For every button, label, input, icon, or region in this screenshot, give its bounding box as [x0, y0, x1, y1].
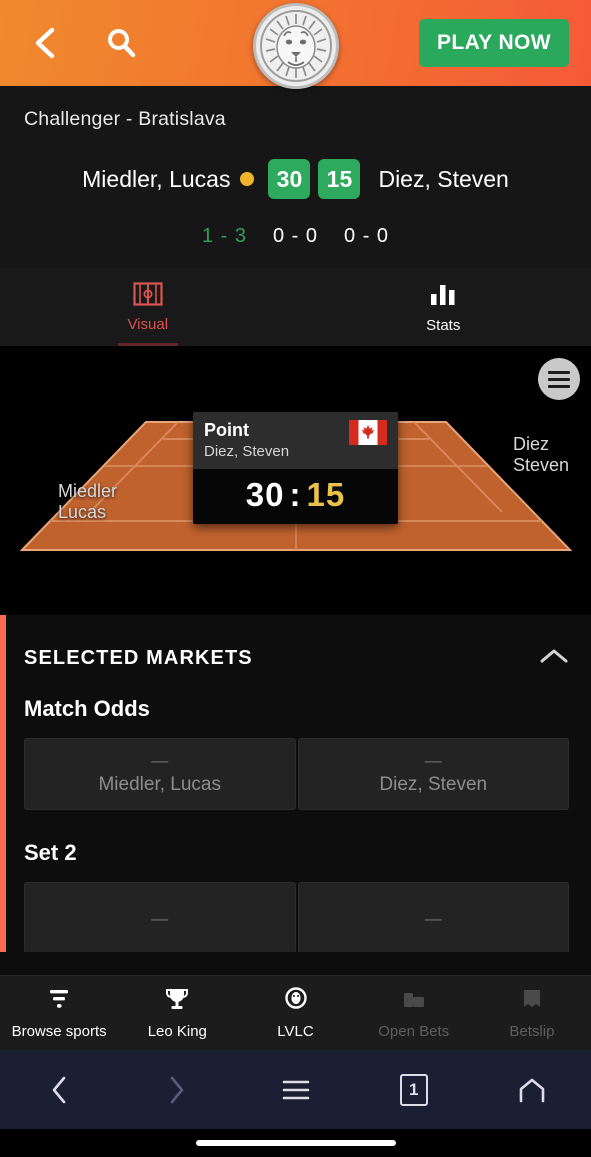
overlay-away-score: 15	[306, 475, 346, 513]
nav-item-lvlc[interactable]: LVLC	[236, 976, 354, 1050]
back-button[interactable]	[22, 20, 68, 66]
browser-navigation-bar: 1	[0, 1050, 591, 1129]
search-icon[interactable]	[94, 16, 148, 70]
overlay-subtitle: Diez, Steven	[204, 442, 290, 460]
overlay-title: Point	[204, 420, 249, 440]
home-game-score: 30	[268, 159, 311, 199]
odds-value: —	[151, 751, 169, 770]
tab-visual-label: Visual	[127, 315, 169, 333]
nav-label: Open Bets	[378, 1023, 450, 1040]
odds-value: —	[151, 908, 169, 928]
browser-forward-button[interactable]	[118, 1074, 236, 1106]
odds-row: — Miedler, Lucas — Diez, Steven	[24, 738, 569, 810]
nav-label: Browse sports	[11, 1023, 107, 1040]
lion-logo-icon[interactable]	[250, 0, 342, 92]
market-title: Set 2	[24, 840, 77, 865]
overlay-score-separator: :	[289, 475, 302, 513]
nav-item-leo-king[interactable]: Leo King	[118, 976, 236, 1050]
bar-chart-icon	[429, 281, 457, 312]
app-screen: PLAY NOW Challenger - Bratislava Miedler…	[0, 0, 591, 1157]
league-name: Challenger - Bratislava	[24, 108, 226, 130]
court-menu-button[interactable]	[538, 358, 580, 400]
view-tabs: Visual Stats	[0, 268, 591, 346]
serve-indicator-icon	[240, 172, 255, 186]
nav-label: Leo King	[147, 1023, 207, 1040]
selected-markets-title: SELECTED MARKETS	[24, 647, 253, 669]
tab-stats[interactable]: Stats	[296, 268, 591, 346]
canada-flag-icon	[349, 420, 387, 445]
tab-stats-label: Stats	[426, 316, 461, 334]
app-header: PLAY NOW	[0, 0, 591, 89]
away-game-score: 15	[318, 159, 361, 199]
selected-markets-header[interactable]: SELECTED MARKETS	[24, 615, 569, 696]
odds-row: — —	[24, 882, 569, 952]
odds-label: Diez, Steven	[379, 774, 488, 795]
away-player-name: Diez, Steven	[378, 165, 509, 192]
market-group-match-odds: Match Odds — Miedler, Lucas — Diez, Stev…	[24, 696, 569, 810]
markets-section: SELECTED MARKETS Match Odds — Miedler, L…	[0, 615, 591, 952]
set-score-2: 0 - 0	[272, 225, 319, 247]
gesture-bar-area	[0, 1129, 591, 1157]
market-group-set-2: Set 2 — —	[24, 840, 569, 952]
set-scores: 1 - 3 0 - 0 0 - 0	[24, 225, 567, 248]
nav-label: LVLC	[277, 1023, 314, 1040]
betslip-icon	[519, 986, 545, 1017]
home-player-name: Miedler, Lucas	[82, 165, 231, 192]
browser-tab-switcher[interactable]: 1	[355, 1073, 473, 1106]
chevron-up-icon[interactable]	[539, 647, 569, 670]
play-now-button[interactable]: PLAY NOW	[418, 19, 569, 67]
nav-item-open-bets[interactable]: Open Bets	[355, 976, 473, 1050]
set-score-3: 0 - 0	[344, 225, 390, 247]
odds-button-away[interactable]: — Diez, Steven	[297, 738, 569, 810]
odds-label: Miedler, Lucas	[98, 774, 221, 795]
tab-count-label: 1	[399, 1073, 428, 1106]
filter-icon	[46, 986, 72, 1017]
scoreboard: Miedler, Lucas 30 15 Diez, Steven	[24, 159, 567, 199]
set-score-1: 1 - 3	[201, 225, 247, 247]
market-title: Match Odds	[24, 696, 150, 721]
nav-item-betslip[interactable]: Betslip	[473, 976, 591, 1050]
overlay-home-score: 30	[245, 475, 285, 513]
bets-icon	[401, 986, 427, 1017]
overlay-point-score: 30:15	[193, 476, 398, 514]
odds-button-away[interactable]: —	[297, 882, 569, 952]
browser-menu-button[interactable]	[236, 1077, 354, 1103]
odds-button-home[interactable]: — Miedler, Lucas	[24, 738, 296, 810]
browser-home-button[interactable]	[473, 1075, 591, 1105]
point-overlay-card: Point Diez, Steven 30:15	[193, 412, 398, 524]
markets-accent-bar	[0, 615, 6, 952]
lion-badge-icon	[283, 986, 309, 1017]
court-home-player-label: Miedler Lucas	[58, 481, 118, 523]
nav-label: Betslip	[509, 1023, 555, 1040]
match-info-panel: Challenger - Bratislava Miedler, Lucas 3…	[0, 86, 591, 268]
odds-value: —	[424, 751, 442, 770]
odds-button-home[interactable]: —	[24, 882, 296, 952]
gesture-pill[interactable]	[195, 1140, 396, 1146]
app-bottom-nav: Browse sports Leo King LVLC Open Bets Be…	[0, 975, 591, 1050]
nav-item-browse-sports[interactable]: Browse sports	[0, 976, 118, 1050]
court-away-player-label: Diez Steven	[512, 434, 569, 476]
odds-value: —	[424, 908, 442, 928]
trophy-icon	[164, 986, 190, 1017]
court-visualisation[interactable]: Miedler Lucas Diez Steven Point Diez, St…	[0, 346, 591, 615]
browser-back-button[interactable]	[0, 1074, 118, 1106]
tab-visual[interactable]: Visual	[0, 268, 296, 346]
court-icon	[133, 281, 163, 311]
